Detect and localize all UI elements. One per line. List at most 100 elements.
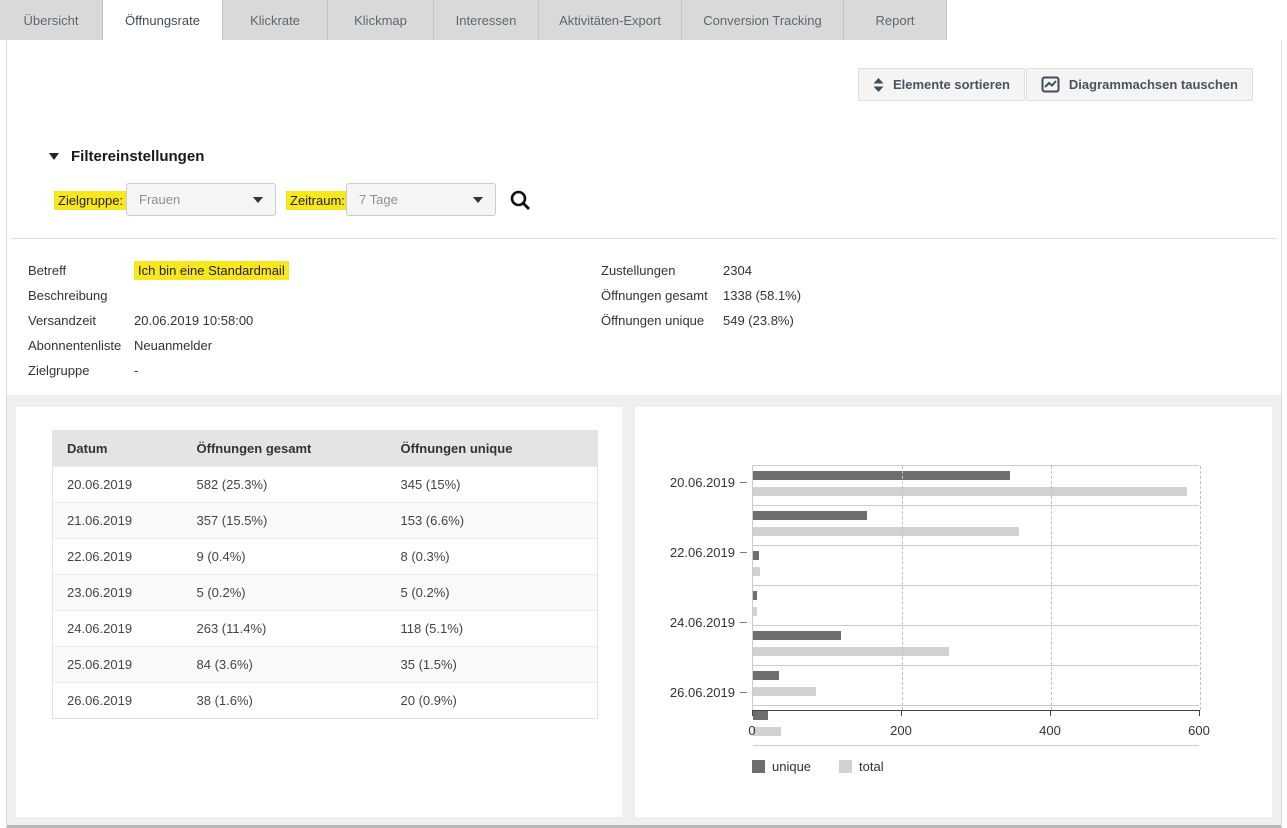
meta-value: 549 (23.8%) <box>723 313 794 328</box>
tab-conversion-tracking[interactable]: Conversion Tracking <box>682 0 844 40</box>
tab-report[interactable]: Report <box>844 0 947 40</box>
y-axis-label: 22.06.2019 <box>637 545 747 560</box>
tab-klickmap[interactable]: Klickmap <box>328 0 434 40</box>
table-cell: 5 (0.2%) <box>183 575 387 611</box>
sort-icon <box>873 78 884 92</box>
legend-label: unique <box>772 759 811 774</box>
bar-unique <box>753 671 779 680</box>
meta-label: Beschreibung <box>28 288 134 303</box>
chart-group <box>753 591 1199 626</box>
content-area: Elemente sortieren Diagrammachsen tausch… <box>6 40 1282 828</box>
x-tick-label: 400 <box>1039 723 1061 738</box>
y-axis-label-text: 26.06.2019 <box>670 685 735 700</box>
filter-settings-toggle[interactable]: Filtereinstellungen <box>49 148 204 165</box>
zielgruppe-select[interactable]: Frauen <box>126 183 276 216</box>
sort-elements-button[interactable]: Elemente sortieren <box>858 68 1025 101</box>
chevron-down-icon <box>473 197 483 203</box>
table-cell: 22.06.2019 <box>53 539 183 575</box>
mailing-meta: BetreffIch bin eine Standardmail Beschrei… <box>28 258 289 383</box>
tab-aktivitäten-export[interactable]: Aktivitäten-Export <box>539 0 682 40</box>
y-tick-icon <box>740 692 747 693</box>
tab-öffnungsrate[interactable]: Öffnungsrate <box>103 0 223 40</box>
table-cell: 23.06.2019 <box>53 575 183 611</box>
table-row: 25.06.201984 (3.6%)35 (1.5%) <box>53 647 598 683</box>
tab-bar: ÜbersichtÖffnungsrateKlickrateKlickmapIn… <box>0 0 1287 40</box>
collapse-triangle-icon <box>49 153 59 160</box>
table-cell: 38 (1.6%) <box>183 683 387 719</box>
column-header: Öffnungen unique <box>387 431 598 467</box>
openings-chart-card: 0200400600 unique total 20.06.2019 22.06.2… <box>635 407 1272 817</box>
bar-total <box>753 567 760 576</box>
zeitraum-select[interactable]: 7 Tage <box>346 183 496 216</box>
table-row: 20.06.2019582 (25.3%)345 (15%) <box>53 467 598 503</box>
meta-row: AbonnentenlisteNeuanmelder <box>28 333 289 358</box>
meta-value: Neuanmelder <box>134 338 212 353</box>
openings-table: DatumÖffnungen gesamtÖffnungen unique 20… <box>52 430 598 719</box>
meta-row: Öffnungen unique549 (23.8%) <box>601 308 801 333</box>
search-icon[interactable] <box>509 188 531 217</box>
table-cell: 582 (25.3%) <box>183 467 387 503</box>
bar-total <box>753 647 949 656</box>
table-cell: 21.06.2019 <box>53 503 183 539</box>
meta-row: BetreffIch bin eine Standardmail <box>28 258 289 283</box>
bar-total <box>753 687 816 696</box>
meta-row: Beschreibung <box>28 283 289 308</box>
bar-unique <box>753 511 867 520</box>
gridline <box>1051 466 1052 710</box>
bar-unique <box>753 471 1010 480</box>
table-cell: 24.06.2019 <box>53 611 183 647</box>
tab-übersicht[interactable]: Übersicht <box>0 0 103 40</box>
swap-chart-axes-button[interactable]: Diagrammachsen tauschen <box>1026 68 1253 101</box>
y-axis-label-text: 22.06.2019 <box>670 545 735 560</box>
meta-label: Öffnungen unique <box>601 313 723 328</box>
table-cell: 345 (15%) <box>387 467 598 503</box>
y-tick-icon <box>740 552 747 553</box>
results-section: DatumÖffnungen gesamtÖffnungen unique 20… <box>7 395 1281 828</box>
legend-item-unique: unique <box>752 759 811 774</box>
chart-x-axis: 0200400600 <box>752 710 1200 711</box>
y-tick-icon <box>740 622 747 623</box>
x-tick <box>752 711 753 716</box>
y-axis-label-text: 20.06.2019 <box>670 475 735 490</box>
table-cell: 263 (11.4%) <box>183 611 387 647</box>
y-axis-label: 26.06.2019 <box>637 685 747 700</box>
legend-swatch <box>752 760 765 773</box>
tab-klickrate[interactable]: Klickrate <box>223 0 328 40</box>
meta-label: Öffnungen gesamt <box>601 288 723 303</box>
zeitraum-selected-value: 7 Tage <box>359 192 398 207</box>
y-tick-icon <box>740 482 747 483</box>
openings-bar-chart: 0200400600 unique total 20.06.2019 22.06.2… <box>635 407 1272 817</box>
bar-total <box>753 527 1019 536</box>
table-cell: 25.06.2019 <box>53 647 183 683</box>
meta-label: Abonnentenliste <box>28 338 134 353</box>
legend-label: total <box>859 759 884 774</box>
bar-total <box>753 607 757 616</box>
table-cell: 8 (0.3%) <box>387 539 598 575</box>
zielgruppe-selected-value: Frauen <box>139 192 180 207</box>
chart-legend: unique total <box>752 759 884 774</box>
sort-elements-label: Elemente sortieren <box>893 77 1010 92</box>
column-header: Öffnungen gesamt <box>183 431 387 467</box>
legend-swatch <box>839 760 852 773</box>
bar-total <box>753 727 781 736</box>
x-tick-label: 0 <box>748 723 755 738</box>
gridline <box>1200 466 1201 710</box>
x-tick <box>1050 711 1051 716</box>
meta-label: Zielgruppe <box>28 363 134 378</box>
meta-label: Betreff <box>28 263 134 278</box>
table-row: 23.06.20195 (0.2%)5 (0.2%) <box>53 575 598 611</box>
meta-value: 2304 <box>723 263 752 278</box>
x-tick <box>1199 711 1200 716</box>
table-header-row: DatumÖffnungen gesamtÖffnungen unique <box>53 431 598 467</box>
table-cell: 153 (6.6%) <box>387 503 598 539</box>
table-row: 22.06.20199 (0.4%)8 (0.3%) <box>53 539 598 575</box>
meta-row: Öffnungen gesamt1338 (58.1%) <box>601 283 801 308</box>
table-row: 24.06.2019263 (11.4%)118 (5.1%) <box>53 611 598 647</box>
section-divider <box>11 238 1277 239</box>
meta-label: Versandzeit <box>28 313 134 328</box>
table-cell: 5 (0.2%) <box>387 575 598 611</box>
filter-settings-heading: Filtereinstellungen <box>71 148 204 165</box>
table-cell: 84 (3.6%) <box>183 647 387 683</box>
bar-unique <box>753 631 841 640</box>
tab-interessen[interactable]: Interessen <box>434 0 539 40</box>
